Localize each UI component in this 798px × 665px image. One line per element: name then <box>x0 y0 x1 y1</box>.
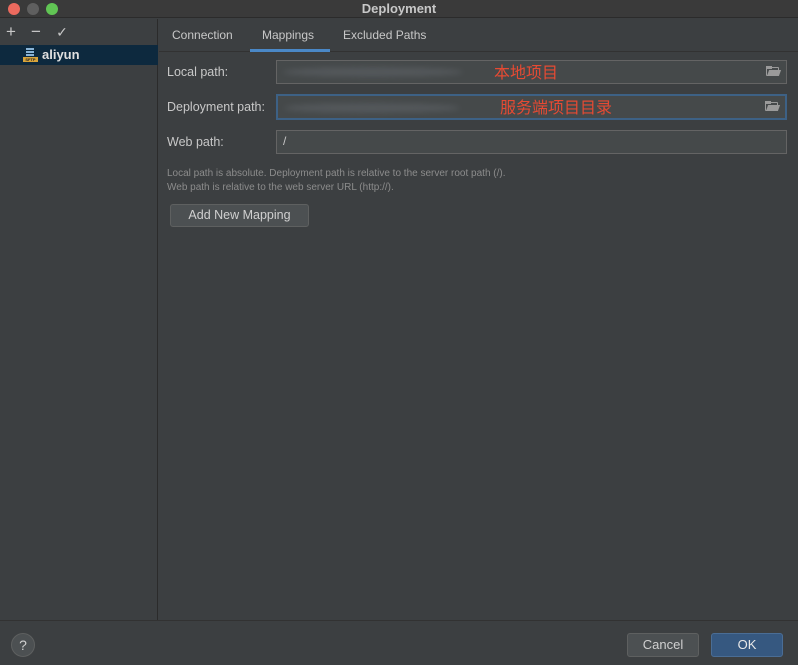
redacted-blur <box>284 103 460 113</box>
server-list-panel: + − ✓ SFTP aliyun <box>0 19 158 620</box>
deployment-path-annotation: 服务端项目目录 <box>500 98 613 117</box>
local-path-annotation: 本地项目 <box>494 63 559 82</box>
local-path-label: Local path: <box>167 65 229 79</box>
server-list-toolbar: + − ✓ <box>0 19 157 45</box>
tab-excluded-paths[interactable]: Excluded Paths <box>343 28 426 42</box>
active-tab-indicator <box>250 49 330 52</box>
tab-mappings[interactable]: Mappings <box>262 28 314 42</box>
title-bar: Deployment <box>0 0 798 18</box>
ok-button[interactable]: OK <box>711 633 783 657</box>
path-hint-line-1: Local path is absolute. Deployment path … <box>167 168 506 179</box>
web-path-input[interactable]: / <box>276 130 787 154</box>
tab-bar: Connection Mappings Excluded Paths <box>159 19 798 52</box>
add-new-mapping-button[interactable]: Add New Mapping <box>170 204 309 227</box>
dialog-footer: ? Cancel OK <box>0 620 798 665</box>
tab-connection[interactable]: Connection <box>172 28 233 42</box>
deployment-path-label: Deployment path: <box>167 100 265 114</box>
path-hint-line-2: Web path is relative to the web server U… <box>167 182 394 193</box>
web-path-value: / <box>283 134 287 148</box>
add-server-button[interactable]: + <box>3 23 19 40</box>
server-item-label: aliyun <box>42 47 80 62</box>
folder-browse-icon[interactable] <box>765 101 781 112</box>
folder-browse-icon[interactable] <box>766 66 782 77</box>
apply-server-button[interactable]: ✓ <box>54 24 70 41</box>
window-title: Deployment <box>361 1 437 16</box>
server-item-aliyun[interactable]: SFTP aliyun <box>0 45 158 65</box>
redacted-blur <box>283 67 463 77</box>
help-button[interactable]: ? <box>11 633 35 657</box>
cancel-button[interactable]: Cancel <box>627 633 699 657</box>
web-path-label: Web path: <box>167 135 224 149</box>
sftp-server-icon: SFTP <box>23 48 38 62</box>
remove-server-button[interactable]: − <box>28 23 44 40</box>
sftp-icon-tag: SFTP <box>23 57 38 62</box>
